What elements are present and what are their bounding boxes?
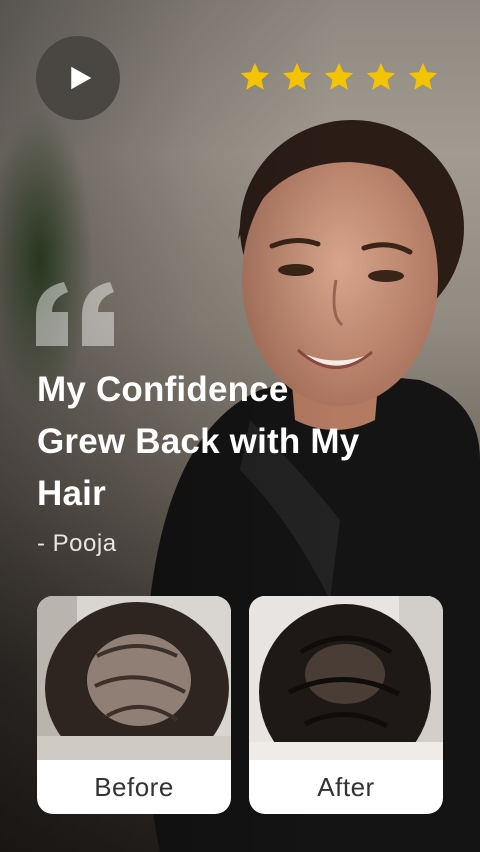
testimonial-headline: My Confidence Grew Back with My Hair	[37, 370, 360, 513]
star-icon	[366, 62, 396, 90]
before-label: Before	[94, 771, 174, 802]
before-photo-card[interactable]: Before	[37, 596, 231, 814]
after-photo	[249, 596, 443, 760]
after-label: After	[317, 771, 375, 802]
play-video-button[interactable]	[36, 36, 120, 120]
testimonial-author: - Pooja	[37, 530, 117, 557]
star-icon	[240, 62, 270, 90]
star-icon	[408, 62, 438, 90]
star-icon	[282, 62, 312, 90]
quote-icon	[36, 282, 114, 346]
before-photo	[37, 596, 231, 760]
star-icon	[324, 62, 354, 90]
star-rating	[238, 60, 440, 94]
play-icon	[71, 66, 92, 90]
after-photo-card[interactable]: After	[249, 596, 443, 814]
testimonial-card[interactable]: My Confidence Grew Back with My Hair - P…	[0, 0, 480, 852]
